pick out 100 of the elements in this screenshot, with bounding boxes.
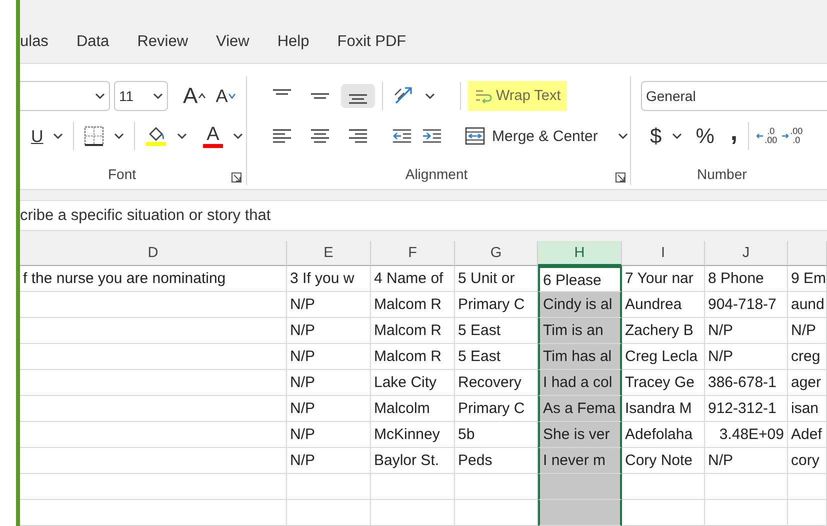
table-cell[interactable]: She is ver [538,422,622,448]
table-cell[interactable]: N/P [705,318,788,344]
arrow-icon [781,132,790,140]
table-cell[interactable]: Cindy is al [538,292,622,318]
table-cell[interactable]: Baylor St. [371,448,455,474]
table-cell[interactable]: 9 Em [788,266,827,292]
table-cell[interactable] [538,500,622,526]
table-cell[interactable]: f the nurse you are nominating [20,266,287,292]
table-cell[interactable]: Tim has al [538,344,622,370]
comma-style-button[interactable]: , [727,116,741,146]
column-header[interactable]: G [455,241,538,266]
table-cell[interactable]: 4 Name of [371,266,455,292]
table-cell[interactable]: N/P [287,422,371,448]
table-cell[interactable]: Creg Lecla [622,344,705,370]
borders-icon [84,126,104,146]
table-cell[interactable]: Malcom R [371,344,455,370]
table-cell[interactable]: N/P [287,318,371,344]
caret-icon [228,93,236,100]
table-cell[interactable]: Cory Note [622,448,705,474]
shrink-font-button[interactable]: A [212,85,239,108]
percent-button[interactable]: % [692,124,718,149]
table-cell[interactable]: N/P [287,292,371,318]
table-cell[interactable]: I never m [538,448,622,474]
ribbon-tab[interactable]: View [202,30,264,54]
group-label: Number [696,164,748,184]
caret-icon [53,133,64,140]
underline-button[interactable]: U [28,126,46,147]
grow-font-button[interactable]: A [180,83,209,110]
wrap-text-button[interactable]: Wrap Text [468,81,567,112]
ribbon-tab[interactable]: ulas [20,30,62,54]
table-cell[interactable]: Isandra M [622,396,705,422]
table-cell[interactable]: Malcolm [371,396,455,422]
table-cell[interactable]: Malcom R [371,292,455,318]
group-label: Font [106,164,137,184]
font-name-dropdown[interactable] [20,81,110,112]
table-cell[interactable]: I had a col [538,370,622,396]
column-header[interactable]: J [705,241,788,266]
table-cell[interactable]: 3 If you w [287,266,371,292]
decimal-text: .0 [792,136,802,146]
table-cell[interactable]: Tracey Ge [622,370,705,396]
table-cell[interactable]: N/P [287,344,371,370]
table-cell[interactable]: Tim is an [538,318,622,344]
ribbon-tab[interactable]: Help [263,30,324,54]
column-header[interactable]: E [287,241,371,266]
table-cell[interactable]: cory [788,448,827,474]
table-cell[interactable]: N/P [705,344,788,370]
column-header[interactable]: H [538,241,622,266]
number-format-dropdown[interactable]: General [641,81,827,112]
align-bottom-button[interactable] [341,84,375,108]
decrease-decimal-button[interactable]: .00 .0 [781,127,803,146]
table-cell[interactable]: N/P [287,396,371,422]
merge-center-button[interactable]: Merge & Center [462,125,601,148]
decrease-indent-icon [392,128,412,144]
decimal-text: .0 [766,127,776,136]
table-cell[interactable]: 904-718-7 [705,292,788,318]
table-cell[interactable]: 6 Please [538,266,622,292]
increase-indent-icon [422,128,442,144]
table-cell[interactable]: N/P [788,318,827,344]
table-cell[interactable]: As a Fema [538,396,622,422]
column-header[interactable]: D [20,241,287,266]
table-cell[interactable]: creg [788,344,827,370]
table-cell[interactable]: N/P [287,370,371,396]
ribbon-tab[interactable]: Data [62,30,124,54]
color-bar-icon [203,144,223,148]
column-header[interactable]: F [371,241,455,266]
table-cell[interactable]: Aundrea [622,292,705,318]
table-cell[interactable]: Malcom R [371,318,455,344]
table-cell[interactable]: N/P [705,448,788,474]
font-size-dropdown[interactable]: 11 [114,81,168,112]
table-cell[interactable] [538,474,622,500]
table-cell[interactable]: 3.48E+09 [705,422,788,448]
table-cell[interactable]: ager [788,370,827,396]
table-cell[interactable]: Adefolaha [622,422,705,448]
caret-icon [153,93,163,100]
caret-icon [233,133,243,140]
table-cell[interactable]: 912-312-1 [705,396,788,422]
table-cell[interactable]: isan [788,396,827,422]
caret-icon [114,133,124,140]
table-cell[interactable]: Adef [788,422,827,448]
table-cell[interactable]: Lake City [371,370,455,396]
table-cell[interactable]: 8 Phone [705,266,788,292]
currency-button[interactable]: $ [647,124,665,149]
table-cell[interactable]: Zachery B [622,318,705,344]
column-header[interactable] [788,241,827,266]
font-color-button[interactable]: A [200,122,226,150]
column-header[interactable]: I [622,241,705,266]
decimal-text: .00 [764,136,778,146]
increase-decimal-button[interactable]: .0 .00 [756,127,778,146]
arrow-icon [756,132,764,140]
caret-icon [672,133,682,140]
formula-text: cribe a specific situation or story that [20,206,271,226]
ribbon-tab[interactable]: Review [123,30,202,54]
table-cell[interactable]: aund [788,292,827,318]
align-bottom-icon [348,94,368,104]
caret-icon [177,133,187,140]
ribbon-tab[interactable]: Foxit PDF [323,30,420,54]
table-cell[interactable]: 386-678-1 [705,370,788,396]
table-cell[interactable]: 7 Your nar [622,266,705,292]
table-cell[interactable]: McKinney [371,422,455,448]
table-cell[interactable]: N/P [287,448,371,474]
